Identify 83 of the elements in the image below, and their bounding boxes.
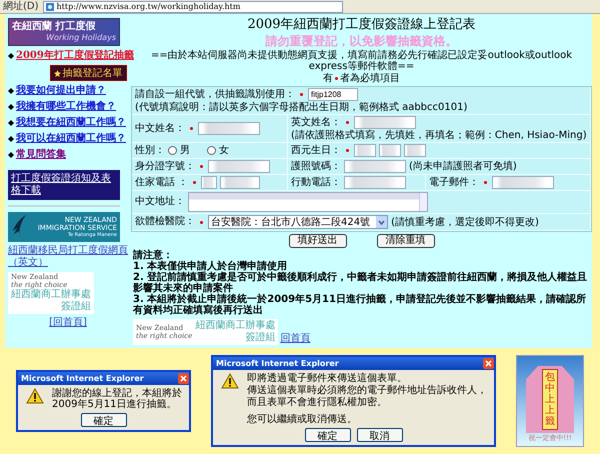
field-label: 電子郵件： [429,176,479,188]
sidebar-link[interactable]: 我擁有哪些工作機會？ [16,100,116,113]
bullet-icon [8,136,14,142]
phone-field[interactable] [220,176,260,189]
date-field[interactable] [404,144,426,157]
note-line: 1. 本表僅供申請人於台灣申請使用 [133,261,288,272]
list-badge[interactable]: 抽籤登記名單 [50,65,126,81]
charm-label: 包中上上籤 [542,369,558,430]
text-field[interactable] [198,122,260,135]
site-logo: 在紐西蘭 打工度假 Working Holidays [8,18,120,46]
close-icon[interactable] [483,358,494,369]
text-field[interactable] [344,176,406,189]
submit-button[interactable]: 填好送出 [288,234,346,248]
field-label: 請自設一組代號，供抽籤識別使用： [135,88,295,100]
note-line: 3. 本組將於截止申請後統一於2009年5月11日進行抽籤，申請登記先後並不影響抽籤結果，請確認所有資料均正確填寫後再行送出 [133,294,587,316]
field-hint: (請慎重考慮，選定後即不得更改) [391,216,539,228]
immigration-link[interactable]: 紐西蘭移民局打工度假網頁（英文） [8,245,128,269]
radio-label: 男 [180,144,190,156]
dialog-message: 傳送這個表單時必須將您的電子郵件地址告訴收件人， [247,385,487,396]
radio-label: 女 [219,144,229,156]
ok-button[interactable]: 確定 [80,413,126,427]
text-field[interactable] [492,176,554,189]
field-hint: (請依護照格式填寫，先填姓，再填名；範例：Chen, Hsiao-Ming) [291,130,587,141]
field-hint: (代號填寫說明：請以英多六個字母搭配出生日期，範例格式 aabbcc0101) [135,102,468,113]
sidebar-link[interactable]: 我可以在紐西蘭工作嗎？ [16,132,126,145]
note-line: 2. 登記前請慎重考慮是否可於中籤後順利成行，中籤者未如期申請簽證前往紐西蘭，將損及他人權益且影響其未來的申請案件 [133,272,588,294]
dialog-message: 您可以繼續或取消傳送。 [247,414,358,425]
date-field[interactable] [354,144,376,157]
download-button[interactable]: 打工度假簽證須知及表格下載 [8,170,120,200]
duplicate-warning: 請勿重覆登記，以免影響抽籤資格。 [264,34,458,49]
bullet-icon [8,104,14,110]
page-icon [46,2,54,10]
area-code-field[interactable] [201,176,218,189]
reset-button[interactable]: 清除重填 [376,234,434,248]
radio-button[interactable] [207,146,216,155]
field-label: 中文姓名： [135,122,185,134]
warning-icon [26,388,44,404]
bullet-icon [8,120,14,126]
radio-button[interactable] [168,146,177,155]
home-link[interactable]: [回首頁] [49,317,87,329]
field-label: 行動電話： [291,176,341,188]
field-label: 英文姓名： [291,116,341,128]
bullet-icon [8,52,14,58]
close-icon[interactable] [178,373,189,384]
sidebar-link[interactable]: 常見問答集 [16,148,66,161]
dialog-titlebar: Microsoft Internet Explorer [18,372,189,385]
field-label: 性別： [135,144,165,156]
sidebar-link[interactable]: 我想要在紐西蘭工作嗎？ [16,116,126,129]
warning-icon [221,373,239,389]
field-label: 護照號碼： [291,160,341,172]
sidebar-link[interactable]: 我要如何提出申請？ [16,84,106,97]
caret-icon [376,216,388,228]
field-label: 中文地址： [135,196,185,208]
notes-title: 請注意： [133,250,173,261]
badge-text: 抽籤登記名單 [62,66,122,80]
text-field[interactable] [344,160,406,173]
bullet-icon [8,88,14,94]
text-field[interactable] [208,160,270,173]
field-label: 欲體檢醫院： [135,216,195,228]
text-field[interactable]: fitjp1208 [308,88,358,101]
field-hint: (尚未申請護照者可免填) [409,161,517,172]
required-note: 有 者為必填項目 [322,73,401,85]
mail-notice: ==由於本站伺服器尚未提供動態網頁支援，填寫前請務必先行確認已設定妥outlook或outlook express等郵件軟體== [150,50,574,72]
bullet-icon [8,152,14,158]
text-field[interactable] [354,116,416,129]
field-label: 身分證字號： [135,160,195,172]
home-link[interactable]: 回首頁 [280,333,310,345]
dialog-message: 即將透過電子郵件來傳送這個表單。 [247,373,408,384]
sidebar-link[interactable]: 2009年打工度假登記抽籤 [16,49,134,62]
dialog-titlebar: Microsoft Internet Explorer [213,357,494,370]
address-label: 網址(D) [3,0,39,12]
star-icon [54,70,60,76]
form-title: 2009年紐西蘭打工度假簽證線上登記表 [246,17,477,32]
address-field[interactable] [188,192,428,212]
dialog-message: 謝謝您的線上登記，本組將於2009年5月11日進行抽籤。 [52,388,183,410]
ok-button[interactable]: 確定 [304,428,350,442]
dialog-message: 而且表單不會進行隱私權加密。 [247,397,388,408]
field-label: 西元生日： [291,144,341,156]
field-label: 住家電話 ： [135,176,188,188]
date-field[interactable] [379,144,401,157]
cancel-button[interactable]: 取消 [356,428,402,442]
hospital-select[interactable]: 台安醫院：台北市八德路二段424號 [208,215,388,229]
address-field[interactable]: http://www.nzvisa.org.tw/workingholiday.htm [42,0,343,12]
